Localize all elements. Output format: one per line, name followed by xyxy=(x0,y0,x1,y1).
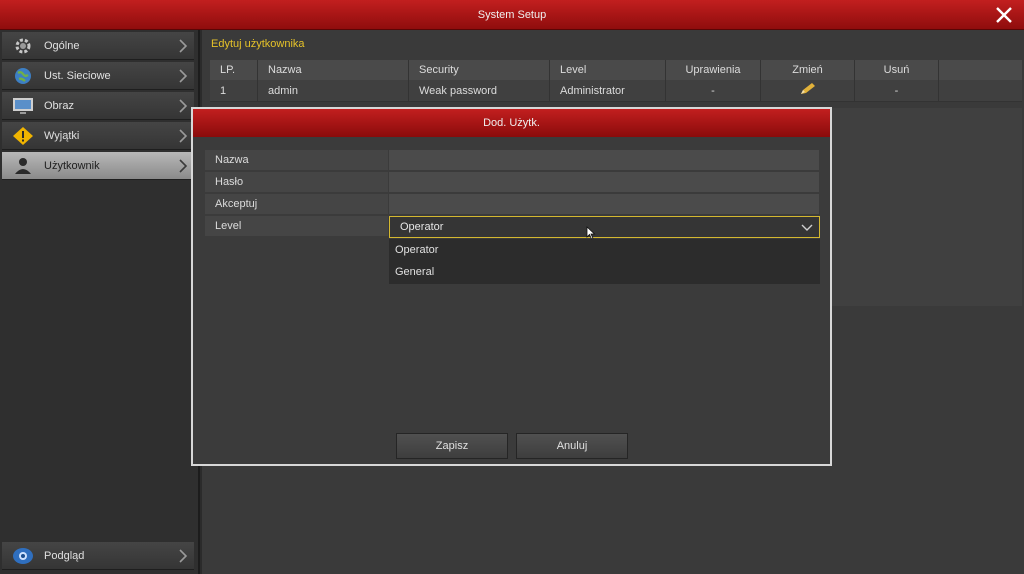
password-input[interactable] xyxy=(389,172,819,192)
level-selected-value: Operator xyxy=(400,221,444,233)
sidebar-item-label: Ogólne xyxy=(44,39,80,52)
sidebar-item-user[interactable]: Użytkownik xyxy=(2,152,194,180)
name-input[interactable] xyxy=(389,150,819,170)
gear-icon xyxy=(12,35,34,57)
password-label: Hasło xyxy=(205,172,388,192)
level-label: Level xyxy=(205,216,388,236)
sidebar-item-preview[interactable]: Podgląd xyxy=(2,542,194,570)
header-level: Level xyxy=(550,60,666,80)
chevron-right-icon xyxy=(178,549,188,566)
close-icon[interactable] xyxy=(994,5,1014,25)
confirm-label: Akceptuj xyxy=(205,194,388,214)
header-security: Security xyxy=(409,60,550,80)
table-header: LP. Nazwa Security Level Uprawienia Zmie… xyxy=(210,60,1022,80)
row-spacer xyxy=(939,80,1022,101)
section-title: Edytuj użytkownika xyxy=(211,38,305,50)
confirm-input[interactable] xyxy=(389,194,819,214)
save-button[interactable]: Zapisz xyxy=(396,433,508,459)
header-edit: Zmień xyxy=(761,60,855,80)
add-user-dialog: Dod. Użytk. Nazwa Hasło Akceptuj Level O… xyxy=(191,107,832,466)
eye-icon xyxy=(12,545,34,567)
header-lp: LP. xyxy=(210,60,258,80)
row-name: admin xyxy=(258,80,409,101)
level-select[interactable]: Operator xyxy=(389,216,820,238)
user-icon xyxy=(12,155,34,177)
chevron-right-icon xyxy=(178,39,188,56)
cancel-button[interactable]: Anuluj xyxy=(516,433,628,459)
chevron-right-icon xyxy=(178,159,188,176)
sidebar-item-image[interactable]: Obraz xyxy=(2,92,194,120)
row-lp: 1 xyxy=(210,80,258,101)
header-spacer xyxy=(939,60,1022,80)
pencil-icon[interactable] xyxy=(799,82,817,99)
level-dropdown: Operator General xyxy=(389,239,820,284)
warning-icon xyxy=(12,125,34,147)
globe-icon xyxy=(12,65,34,87)
sidebar-item-exceptions[interactable]: Wyjątki xyxy=(2,122,194,150)
chevron-right-icon xyxy=(178,69,188,86)
row-permissions: - xyxy=(666,80,761,101)
sidebar-item-general[interactable]: Ogólne xyxy=(2,32,194,60)
monitor-icon xyxy=(12,95,34,117)
sidebar-item-network[interactable]: Ust. Sieciowe xyxy=(2,62,194,90)
level-option-operator[interactable]: Operator xyxy=(389,239,820,261)
name-label: Nazwa xyxy=(205,150,388,170)
row-delete[interactable]: - xyxy=(855,80,939,101)
sidebar-item-label: Podgląd xyxy=(44,549,85,562)
window-title: System Setup xyxy=(477,8,547,21)
header-delete: Usuń xyxy=(855,60,939,80)
row-level: Administrator xyxy=(550,80,666,101)
level-option-general[interactable]: General xyxy=(389,261,820,283)
sidebar-item-label: Ust. Sieciowe xyxy=(44,69,111,82)
mouse-cursor-icon xyxy=(586,226,596,243)
user-table: LP. Nazwa Security Level Uprawienia Zmie… xyxy=(210,60,1022,102)
chevron-right-icon xyxy=(178,129,188,146)
background-panel xyxy=(822,108,1022,306)
sidebar: Ogólne Ust. Sieciowe Obraz Wyjątki Użytk… xyxy=(0,30,200,574)
sidebar-item-label: Obraz xyxy=(44,99,74,112)
chevron-right-icon xyxy=(178,99,188,116)
row-security: Weak password xyxy=(409,80,550,101)
chevron-down-icon xyxy=(801,222,813,235)
table-row[interactable]: 1 admin Weak password Administrator - - xyxy=(210,80,1022,102)
row-edit xyxy=(761,80,855,101)
header-name: Nazwa xyxy=(258,60,409,80)
sidebar-item-label: Użytkownik xyxy=(44,159,100,172)
sidebar-item-label: Wyjątki xyxy=(44,129,80,142)
dialog-title: Dod. Użytk. xyxy=(193,109,830,137)
header-permissions: Uprawienia xyxy=(666,60,761,80)
title-bar: System Setup xyxy=(0,0,1024,30)
